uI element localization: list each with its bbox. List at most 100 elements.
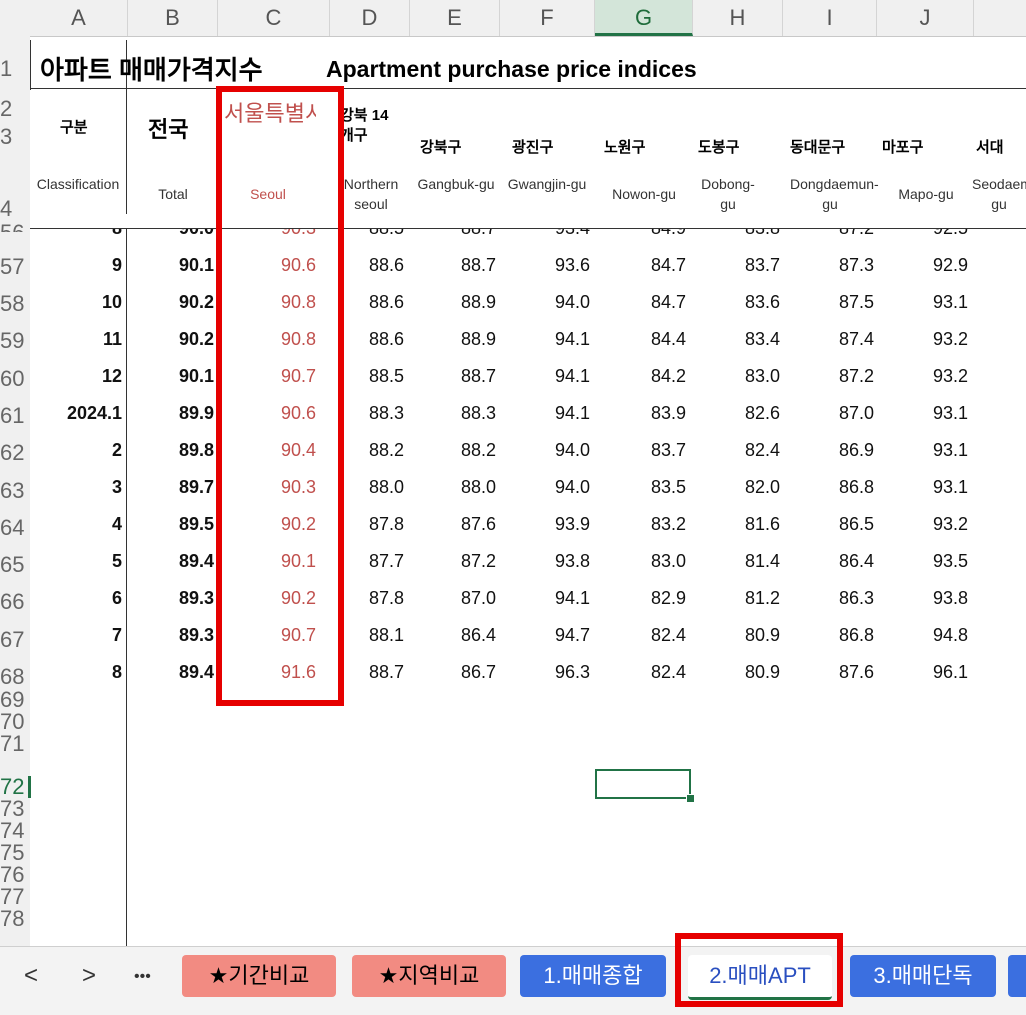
value-cell[interactable]: 80.9 [700,662,780,683]
value-cell[interactable]: 83.5 [606,477,686,498]
value-cell[interactable]: 94.0 [510,477,590,498]
value-cell[interactable]: 84.4 [606,329,686,350]
total-value-cell[interactable]: 89.3 [134,588,214,609]
row-number[interactable]: 77 [0,886,28,908]
column-header-b[interactable]: B [128,0,218,36]
total-value-cell[interactable]: 89.9 [134,403,214,424]
value-cell[interactable]: 88.0 [416,477,496,498]
value-cell[interactable]: 94.8 [888,625,968,646]
value-cell[interactable]: 87.4 [794,329,874,350]
row-number[interactable]: 4 [0,198,28,220]
column-header-c[interactable]: C [218,0,330,36]
value-cell[interactable]: 94.7 [510,625,590,646]
row-label[interactable]: 2024.1 [40,403,122,424]
column-header-a[interactable]: A [30,0,128,36]
row-label[interactable]: 7 [40,625,122,646]
row-label[interactable]: 2 [40,440,122,461]
row-number[interactable]: 67 [0,629,28,651]
value-cell[interactable]: 87.5 [794,292,874,313]
row-number[interactable]: 68 [0,666,28,688]
fill-handle[interactable] [686,794,695,803]
row-number[interactable]: 58 [0,293,28,315]
value-cell[interactable]: 87.0 [794,403,874,424]
value-cell[interactable]: 93.8 [888,588,968,609]
value-cell[interactable]: 93.2 [888,366,968,387]
value-cell[interactable]: 84.7 [606,255,686,276]
value-cell[interactable]: 82.4 [606,662,686,683]
row-number[interactable]: 56 [0,222,28,232]
value-cell[interactable]: 82.0 [700,477,780,498]
column-header-j[interactable]: J [877,0,974,36]
row-number[interactable]: 64 [0,517,28,539]
value-cell[interactable]: 93.8 [510,551,590,572]
value-cell[interactable]: 82.6 [700,403,780,424]
row-number[interactable]: 69 [0,689,28,711]
value-cell[interactable]: 94.1 [510,366,590,387]
value-cell[interactable]: 86.5 [794,514,874,535]
value-cell[interactable]: 93.9 [510,514,590,535]
value-cell[interactable]: 83.2 [606,514,686,535]
total-value-cell[interactable]: 89.4 [134,662,214,683]
row-number[interactable]: 1 [0,58,28,80]
total-value-cell[interactable]: 89.4 [134,551,214,572]
row-number[interactable]: 61 [0,405,28,427]
value-cell[interactable]: 83.9 [606,403,686,424]
total-value-cell[interactable]: 89.3 [134,625,214,646]
total-value-cell[interactable]: 89.7 [134,477,214,498]
next-sheet-button[interactable]: > [82,962,96,990]
value-cell[interactable]: 83.0 [700,366,780,387]
value-cell[interactable]: 96.1 [888,662,968,683]
value-cell[interactable]: 94.1 [510,403,590,424]
row-label[interactable]: 5 [40,551,122,572]
value-cell[interactable]: 94.1 [510,329,590,350]
value-cell[interactable]: 81.2 [700,588,780,609]
value-cell[interactable]: 94.1 [510,588,590,609]
value-cell[interactable]: 87.6 [416,514,496,535]
row-number[interactable]: 62 [0,442,28,464]
row-number[interactable]: 72 [0,776,31,798]
row-label[interactable]: 12 [40,366,122,387]
row-label[interactable]: 10 [40,292,122,313]
value-cell[interactable]: 87.2 [416,551,496,572]
more-sheets-button[interactable]: ••• [134,968,151,986]
column-header-g[interactable]: G [595,0,693,36]
tab-period-compare[interactable]: ★기간비교 [182,955,336,997]
value-cell[interactable]: 83.6 [700,292,780,313]
tab-region-compare[interactable]: ★지역비교 [352,955,506,997]
prev-sheet-button[interactable]: < [24,962,38,990]
value-cell[interactable]: 88.7 [416,255,496,276]
value-cell[interactable]: 80.9 [700,625,780,646]
value-cell[interactable]: 86.9 [794,440,874,461]
value-cell[interactable]: 83.7 [700,255,780,276]
row-label[interactable]: 8 [40,662,122,683]
row-number[interactable]: 3 [0,126,28,148]
active-cell[interactable] [595,769,691,799]
value-cell[interactable]: 93.1 [888,292,968,313]
row-number[interactable]: 71 [0,733,28,755]
value-cell[interactable]: 86.4 [416,625,496,646]
row-number[interactable]: 66 [0,591,28,613]
tab-sale-overall[interactable]: 1.매매종합 [520,955,666,997]
value-cell[interactable]: 87.6 [794,662,874,683]
row-label[interactable]: 3 [40,477,122,498]
value-cell[interactable]: 87.0 [416,588,496,609]
column-header-f[interactable]: F [500,0,595,36]
total-value-cell[interactable]: 90.2 [134,329,214,350]
value-cell[interactable]: 92.9 [888,255,968,276]
column-header-d[interactable]: D [330,0,410,36]
total-value-cell[interactable]: 90.1 [134,366,214,387]
value-cell[interactable]: 86.8 [794,625,874,646]
value-cell[interactable]: 81.4 [700,551,780,572]
value-cell[interactable]: 87.3 [794,255,874,276]
column-header-e[interactable]: E [410,0,500,36]
value-cell[interactable]: 96.3 [510,662,590,683]
value-cell[interactable]: 93.5 [888,551,968,572]
value-cell[interactable]: 88.3 [416,403,496,424]
total-value-cell[interactable]: 90.1 [134,255,214,276]
value-cell[interactable]: 83.7 [606,440,686,461]
row-label[interactable]: 6 [40,588,122,609]
row-number[interactable]: 75 [0,842,28,864]
row-number[interactable]: 73 [0,798,28,820]
value-cell[interactable]: 88.7 [416,366,496,387]
total-value-cell[interactable]: 89.5 [134,514,214,535]
